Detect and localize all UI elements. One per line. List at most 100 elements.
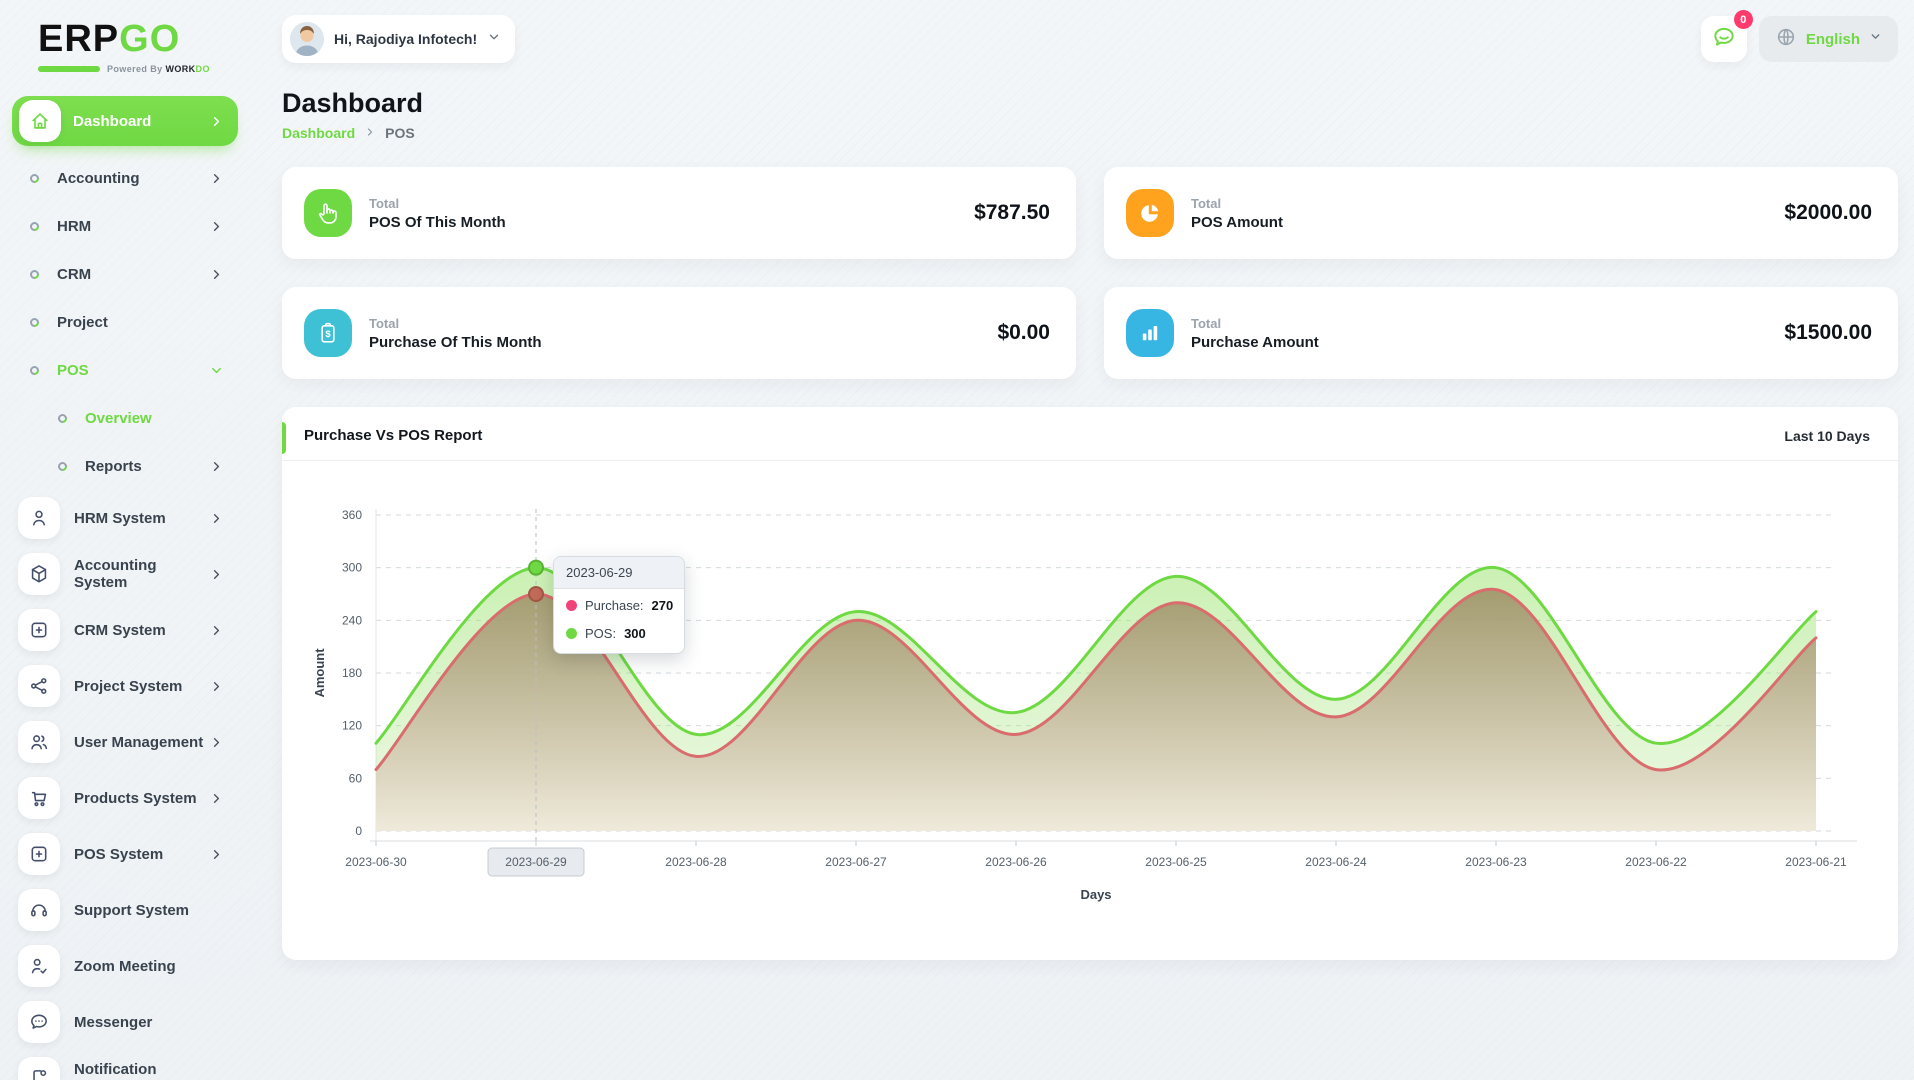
y-tick-label: 180	[342, 666, 362, 680]
stat-card-text: TotalPOS Of This Month	[369, 196, 506, 231]
stat-title: POS Of This Month	[369, 214, 506, 231]
sidebar-item-label: Project	[57, 314, 108, 331]
chevron-right-icon	[209, 567, 224, 582]
stat-card-pos-amount: Total POS Amount $2000.00	[1104, 167, 1898, 259]
main-area: Hi, Rajodiya Infotech! 0 English Dashboa…	[250, 0, 1914, 1080]
chevron-right-icon	[209, 459, 224, 474]
page-head: Dashboard Dashboard POS	[282, 88, 1898, 141]
tap-icon	[304, 189, 352, 237]
sidebar-item-project-system[interactable]: Project System	[10, 658, 240, 714]
app-root: ERPGO Powered By WORKDO Dashboard Account…	[0, 0, 1914, 1080]
x-tick-label: 2023-06-27	[825, 855, 887, 869]
language-selector[interactable]: English	[1759, 16, 1898, 62]
stat-title: POS Amount	[1191, 214, 1283, 231]
stat-card-pos-of-this-month: TotalPOS Of This Month $787.50	[282, 167, 1076, 259]
notification-badge: 0	[1734, 10, 1753, 29]
tooltip-date: 2023-06-29	[554, 557, 684, 589]
clipboard-dollar-icon: $	[304, 309, 352, 357]
breadcrumb-current: POS	[385, 125, 415, 141]
stat-value: $787.50	[974, 201, 1050, 225]
stat-value: $2000.00	[1784, 201, 1872, 225]
headset-icon	[18, 889, 60, 931]
user-check-icon	[18, 945, 60, 987]
users-icon	[18, 721, 60, 763]
sidebar-item-accounting[interactable]: Accounting	[10, 154, 240, 202]
sidebar-item-project[interactable]: Project	[10, 298, 240, 346]
profile-menu-button[interactable]: Hi, Rajodiya Infotech!	[282, 15, 515, 63]
chevron-right-icon	[209, 623, 224, 638]
sidebar: ERPGO Powered By WORKDO Dashboard Account…	[0, 0, 250, 1080]
purchase-vs-pos-chart[interactable]: 0601201802403003602023-06-302023-06-2920…	[304, 479, 1876, 946]
stat-label: Total	[369, 316, 542, 331]
chart-body: 0601201802403003602023-06-302023-06-2920…	[282, 461, 1898, 960]
sidebar-item-label: CRM	[57, 266, 91, 283]
brand-logo[interactable]: ERPGO Powered By WORKDO	[10, 14, 240, 78]
powered-by-text: Powered By WORKDO	[107, 64, 210, 74]
messages-button[interactable]: 0	[1701, 16, 1747, 62]
sidebar-item-accounting-system[interactable]: Accounting System	[10, 546, 240, 602]
chevron-down-icon	[209, 363, 224, 378]
stat-title: Purchase Amount	[1191, 334, 1319, 351]
sidebar-item-support-system[interactable]: Support System	[10, 882, 240, 938]
stat-label: Total	[1191, 316, 1319, 331]
y-tick-label: 360	[342, 508, 362, 522]
sidebar-item-hrm-system[interactable]: HRM System	[10, 490, 240, 546]
template-icon	[18, 1057, 60, 1080]
sidebar-item-label: POS	[57, 362, 89, 379]
logo-text: ERPGO	[38, 20, 240, 58]
x-tick-label: 2023-06-25	[1145, 855, 1207, 869]
stat-card-text: Total Purchase Of This Month	[369, 316, 542, 351]
stat-label: Total	[1191, 196, 1283, 211]
sidebar-item-label: Products System	[74, 790, 197, 807]
stat-title: Purchase Of This Month	[369, 334, 542, 351]
share-icon	[18, 665, 60, 707]
sidebar-item-crm[interactable]: CRM	[10, 250, 240, 298]
bullet-dot-icon	[56, 412, 69, 425]
sidebar-item-label: User Management	[74, 734, 203, 751]
stat-card-purchase-of-this-month: $ Total Purchase Of This Month $0.00	[282, 287, 1076, 379]
chart-svg: 0601201802403003602023-06-302023-06-2920…	[304, 479, 1857, 941]
message-icon	[18, 1001, 60, 1043]
chevron-right-icon	[209, 171, 224, 186]
page-title: Dashboard	[282, 88, 1898, 119]
stat-card-text: Total POS Amount	[1191, 196, 1283, 231]
chevron-down-icon	[487, 30, 501, 49]
topbar-actions: 0 English	[1701, 16, 1898, 62]
x-axis-title: Days	[1080, 887, 1111, 902]
bullet-dot-icon	[28, 220, 41, 233]
y-tick-label: 60	[349, 771, 363, 785]
chevron-right-icon	[209, 267, 224, 282]
sidebar-item-overview[interactable]: Overview	[10, 394, 240, 442]
sidebar-item-label: HRM System	[74, 510, 166, 527]
pos-marker-dot	[529, 561, 543, 575]
sidebar-item-pos-system[interactable]: POS System	[10, 826, 240, 882]
sidebar-item-hrm[interactable]: HRM	[10, 202, 240, 250]
sidebar-item-user-management[interactable]: User Management	[10, 714, 240, 770]
person-icon	[18, 497, 60, 539]
sidebar-item-messenger[interactable]: Messenger	[10, 994, 240, 1050]
sidebar-item-products-system[interactable]: Products System	[10, 770, 240, 826]
sidebar-item-dashboard[interactable]: Dashboard	[12, 96, 238, 146]
tooltip-series-name: POS:	[585, 626, 616, 641]
sidebar-item-label: Overview	[85, 410, 152, 427]
sidebar-item-reports[interactable]: Reports	[10, 442, 240, 490]
y-axis-title: Amount	[312, 648, 327, 698]
sidebar-item-crm-system[interactable]: CRM System	[10, 602, 240, 658]
sidebar-item-label: Dashboard	[73, 113, 151, 130]
home-icon	[19, 100, 61, 142]
user-greeting: Hi, Rajodiya Infotech!	[334, 31, 477, 47]
chevron-right-icon	[209, 114, 224, 129]
breadcrumb-dashboard-link[interactable]: Dashboard	[282, 125, 355, 141]
chart-card-header: Purchase Vs POS Report Last 10 Days	[282, 407, 1898, 461]
sidebar-item-notification-template[interactable]: Notification Template	[10, 1050, 240, 1080]
chart-card: Purchase Vs POS Report Last 10 Days 0601…	[282, 407, 1898, 960]
x-tick-label: 2023-06-30	[345, 855, 407, 869]
sidebar-item-label: HRM	[57, 218, 91, 235]
bullet-dot-icon	[28, 364, 41, 377]
sidebar-item-zoom-meeting[interactable]: Zoom Meeting	[10, 938, 240, 994]
sidebar-item-label: CRM System	[74, 622, 166, 639]
stat-value: $0.00	[997, 321, 1050, 345]
avatar	[290, 22, 324, 56]
chevron-right-icon	[209, 847, 224, 862]
sidebar-item-pos[interactable]: POS	[10, 346, 240, 394]
